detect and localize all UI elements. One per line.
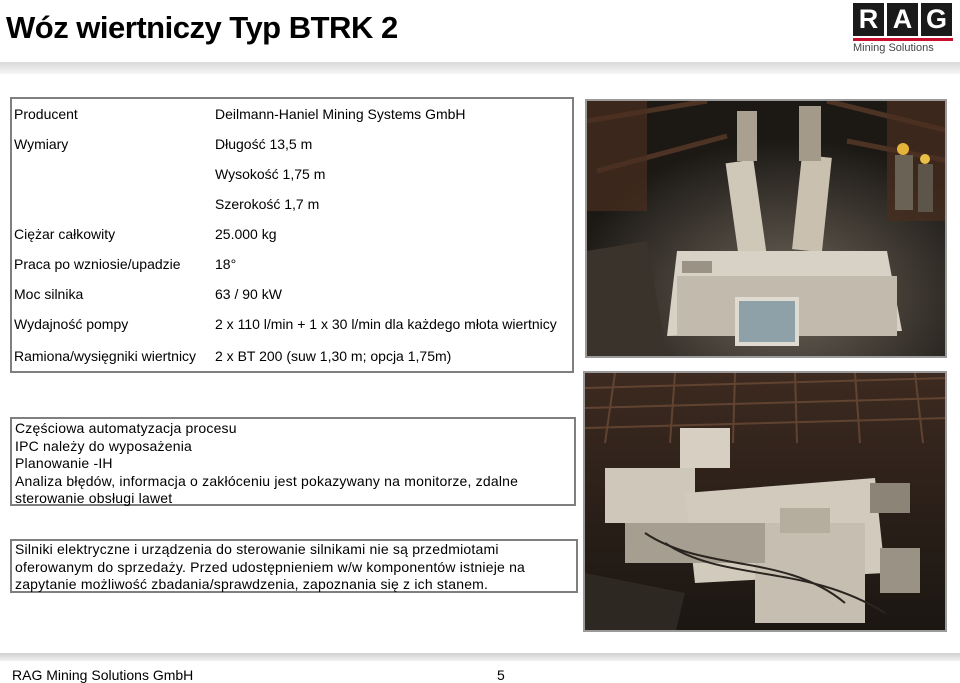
features-line: Planowanie -IH [15,455,113,471]
header-separator [0,62,960,74]
rag-logo: R A G Mining Solutions [853,3,956,55]
note-line: Silniki elektryczne i urządzenia do ster… [15,541,499,557]
features-line: Analiza błędów, informacja o zakłóceniu … [15,472,519,489]
spec-label: Wydajność pompy [14,316,129,332]
spec-label: Producent [14,106,78,122]
drill-rig-photo-top-image [587,101,945,356]
spec-label: Wymiary [14,136,69,152]
footer-company: RAG Mining Solutions GmbH [12,667,194,683]
spec-value: 2 x BT 200 (suw 1,30 m; opcja 1,75m) [215,348,452,364]
spec-value: 2 x 110 l/min + 1 x 30 l/min dla każdego… [215,316,557,332]
spec-table: Producent Deilmann-Haniel Mining Systems… [10,97,574,373]
features-line: IPC należy do wyposażenia [15,437,192,454]
spec-label: Praca po wzniosie/upadzie [14,256,181,272]
slide-title: Wóz wiertniczy Typ BTRK 2 [6,10,398,45]
features-line: Częściowa automatyzacja procesu [15,420,237,436]
spec-label: Moc silnika [14,286,84,302]
features-line: sterowanie obsługi lawet [15,490,173,506]
note-line: zapytanie możliwość zbadania/sprawdzenia… [15,576,489,592]
spec-label: Ramiona/wysięgniki wiertnicy [14,348,197,364]
logo-subtitle: Mining Solutions [853,42,934,54]
page-number: 5 [497,667,505,683]
drill-rig-photo-top [585,99,947,358]
spec-value: Szerokość 1,7 m [215,196,320,212]
spec-value: Długość 13,5 m [215,136,313,152]
spec-value: 18° [215,256,237,272]
note-line: oferowanym do sprzedaży. Przed udostępni… [15,558,526,575]
drill-rig-photo-bottom-image [585,373,945,630]
logo-letter-a: A [887,3,918,36]
footer-separator [0,653,960,661]
spec-value: Deilmann-Haniel Mining Systems GmbH [215,106,466,122]
spec-value: 63 / 90 kW [215,286,282,302]
logo-red-bar [853,38,953,41]
logo-letter-r: R [853,3,884,36]
drill-rig-photo-bottom [583,371,947,632]
note-box: Silniki elektryczne i urządzenia do ster… [10,539,578,593]
spec-value: Wysokość 1,75 m [215,166,326,182]
logo-letter-g: G [921,3,952,36]
spec-label: Ciężar całkowity [14,226,116,242]
spec-value: 25.000 kg [215,226,277,242]
features-box: Częściowa automatyzacja procesu IPC nale… [10,417,576,506]
